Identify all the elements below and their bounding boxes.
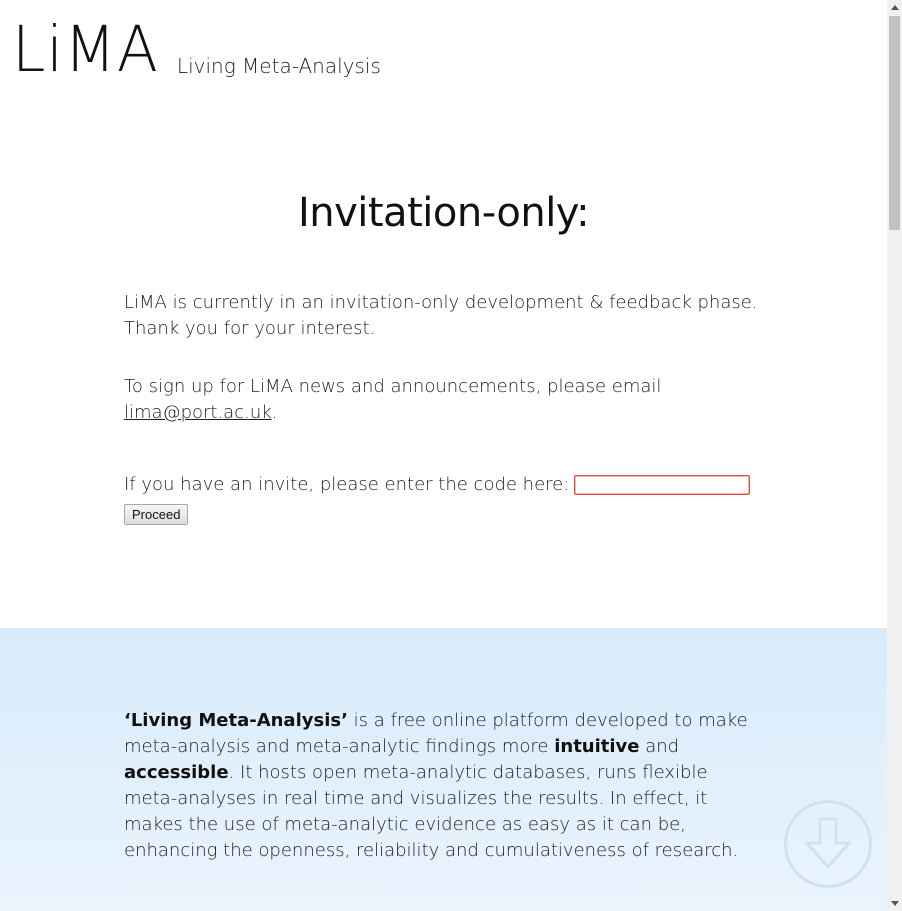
signup-paragraph: To sign up for LiMA news and announcemen… xyxy=(124,374,764,426)
email-suffix: . xyxy=(271,402,278,423)
site-tagline: Living Meta-Analysis xyxy=(176,54,381,78)
intro-line-1: LiMA is currently in an invitation-only … xyxy=(124,292,758,313)
vertical-scrollbar[interactable] xyxy=(887,0,902,911)
email-link[interactable]: lima@port.ac.uk xyxy=(124,402,272,423)
scroll-down-icon[interactable] xyxy=(891,901,899,906)
page-title: Invitation-only: xyxy=(297,190,590,236)
scrollbar-thumb[interactable] xyxy=(889,16,900,230)
about-section: ‘Living Meta-Analysis’ is a free online … xyxy=(0,628,887,911)
scroll-up-icon[interactable] xyxy=(891,5,899,10)
about-text-2: and xyxy=(639,736,680,757)
invite-code-input[interactable] xyxy=(574,475,751,495)
page: LiMA Living Meta-Analysis Invitation-onl… xyxy=(0,0,887,911)
site-header: LiMA Living Meta-Analysis xyxy=(12,19,381,82)
proceed-button[interactable]: Proceed xyxy=(124,504,189,525)
about-term: ‘Living Meta-Analysis’ xyxy=(124,710,348,731)
site-logo[interactable]: LiMA xyxy=(12,19,159,82)
intro-line-2: Thank you for your interest. xyxy=(124,318,376,339)
invite-label: If you have an invite, please enter the … xyxy=(124,474,570,495)
invitation-content: LiMA is currently in an invitation-only … xyxy=(124,290,764,527)
invite-row: If you have an invite, please enter the … xyxy=(124,472,764,498)
signup-text: To sign up for LiMA news and announcemen… xyxy=(124,376,662,397)
intro-paragraph: LiMA is currently in an invitation-only … xyxy=(124,290,764,342)
about-bold-accessible: accessible xyxy=(124,762,229,783)
arrow-down-circle-icon[interactable] xyxy=(784,800,872,888)
about-paragraph: ‘Living Meta-Analysis’ is a free online … xyxy=(124,708,764,864)
about-bold-intuitive: intuitive xyxy=(554,736,640,757)
